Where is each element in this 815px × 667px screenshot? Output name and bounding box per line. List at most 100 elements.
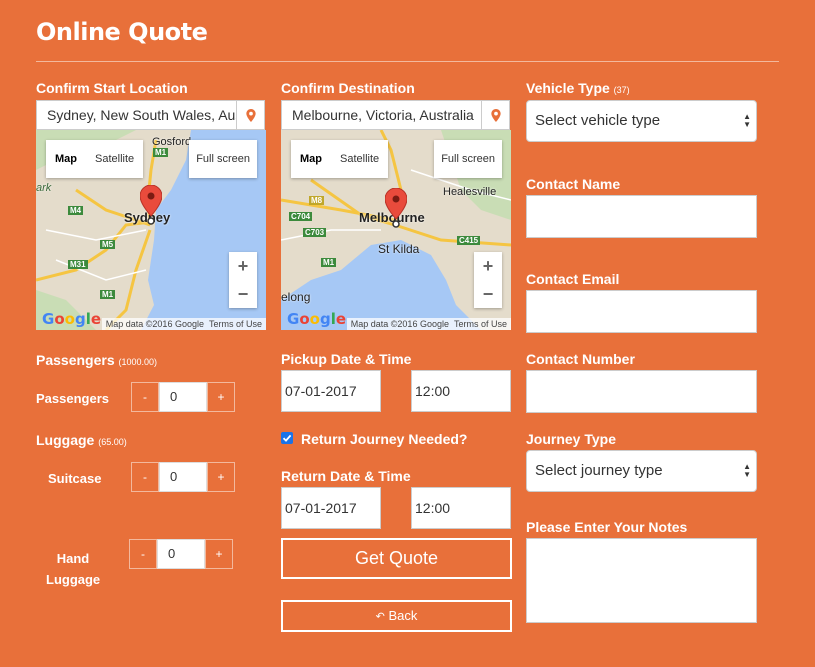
passengers-minus-button[interactable]: - [131,382,159,412]
contact-email-input[interactable] [526,290,757,333]
suitcase-input[interactable]: 0 [159,462,207,492]
start-location-locate-button[interactable] [236,100,265,130]
start-map-terms-link[interactable]: Terms of Use [209,319,262,329]
start-map-zoom-out-button[interactable]: − [229,280,257,308]
destination-map-zoom-in-button[interactable]: + [474,252,502,280]
start-map-tab-map[interactable]: Map [46,140,86,178]
destination-map-place-label: Healesville [443,186,497,198]
start-map-place-label: ark [36,182,52,194]
start-map-zoom-in-button[interactable]: + [229,252,257,280]
destination-map-place-label: elong [281,290,311,304]
return-journey-label[interactable]: Return Journey Needed? [301,431,467,447]
destination-input[interactable]: Melbourne, Victoria, Australia [281,100,482,130]
back-arrow-icon: ↶ [375,611,385,623]
hand-luggage-plus-button[interactable]: + [205,539,233,569]
select-arrows-icon: ▲ ▼ [743,112,751,129]
passengers-heading-text: Passengers [36,352,115,368]
page-title: Online Quote [36,18,208,46]
suitcase-plus-button[interactable]: + [207,462,235,492]
destination-map-road-label: C703 [303,228,327,237]
start-map-road-label: M5 [100,240,116,249]
destination-map-tab-satellite[interactable]: Satellite [331,140,388,178]
start-map-place-label: Gosford [152,136,192,148]
hand-luggage-stepper: - 0 + [129,539,233,569]
map-marker-icon [245,108,256,122]
back-button-label: Back [388,608,418,623]
back-button[interactable]: ↶ Back [281,600,512,632]
luggage-heading: Luggage (65.00) [36,432,127,448]
passengers-row-label: Passengers [36,391,109,406]
journey-type-label: Journey Type [526,431,616,447]
vehicle-type-select[interactable]: Select vehicle type ▲ ▼ [526,100,757,142]
passengers-price: (1000.00) [118,357,158,367]
return-datetime-label: Return Date & Time [281,468,411,484]
suitcase-minus-button[interactable]: - [131,462,159,492]
destination-map-place-label: St Kilda [378,242,420,256]
start-map-zoom-controls: + − [229,252,257,308]
luggage-heading-text: Luggage [36,432,95,448]
hand-luggage-minus-button[interactable]: - [129,539,157,569]
select-arrows-icon: ▲ ▼ [743,462,751,479]
start-map-attribution-text: Map data ©2016 Google [105,319,204,329]
destination-map[interactable]: Melbourne Healesville St Kilda elong M8 … [281,130,511,330]
return-time-input[interactable]: 12:00 [411,487,511,529]
google-logo: Google [42,310,102,328]
start-map-road-label: M1 [100,290,116,299]
vehicle-type-count: (37) [613,85,630,95]
checkbox-checked-icon [282,434,292,442]
start-map-tab-satellite[interactable]: Satellite [86,140,143,178]
notes-label: Please Enter Your Notes [526,519,688,535]
vehicle-type-label-text: Vehicle Type [526,80,610,96]
vehicle-type-selected: Select vehicle type [535,112,661,129]
contact-name-label: Contact Name [526,176,621,192]
destination-label: Confirm Destination [281,80,415,96]
contact-email-label: Contact Email [526,271,620,287]
hand-luggage-label: Hand Luggage [46,548,100,590]
destination-map-zoom-controls: + − [474,252,502,308]
destination-map-road-label: M8 [309,196,325,205]
destination-map-road-label: M1 [321,258,337,267]
start-map-attribution: Map data ©2016 Google Terms of Use [101,318,266,330]
suitcase-stepper: - 0 + [131,462,235,492]
destination-map-zoom-out-button[interactable]: − [474,280,502,308]
destination-map-tab-map[interactable]: Map [291,140,331,178]
hand-luggage-label-line1: Hand [56,551,90,566]
contact-name-input[interactable] [526,195,757,238]
start-map-road-label: M1 [153,148,169,157]
map-marker-icon [490,108,501,122]
pickup-date-input[interactable]: 07-01-2017 [281,370,381,412]
destination-locate-button[interactable] [481,100,510,130]
google-logo: Google [287,310,347,328]
destination-map-road-label: C704 [289,212,313,221]
return-date-input[interactable]: 07-01-2017 [281,487,381,529]
hand-luggage-input[interactable]: 0 [157,539,205,569]
start-map-road-label: M4 [68,206,84,215]
return-journey-checkbox[interactable] [281,432,293,444]
journey-type-selected: Select journey type [535,462,663,479]
pickup-time-input[interactable]: 12:00 [411,370,511,412]
destination-map-fullscreen-button[interactable]: Full screen [434,140,502,178]
destination-map-road-label: C415 [457,236,481,245]
destination-map-type-tabs: Map Satellite [291,140,389,178]
start-map[interactable]: Sydney Gosford ark M4 M5 M31 M1 M1 Map S… [36,130,266,330]
passengers-plus-button[interactable]: + [207,382,235,412]
destination-map-attribution: Map data ©2016 Google Terms of Use [346,318,511,330]
hand-luggage-label-line2: Luggage [46,572,101,587]
contact-number-input[interactable] [526,370,757,413]
map-pin-icon[interactable] [385,188,407,228]
destination-map-terms-link[interactable]: Terms of Use [454,319,507,329]
passengers-stepper: - 0 + [131,382,235,412]
passengers-input[interactable]: 0 [159,382,207,412]
destination-map-attribution-text: Map data ©2016 Google [350,319,449,329]
start-map-type-tabs: Map Satellite [46,140,144,178]
notes-textarea[interactable] [526,538,757,623]
vehicle-type-label: Vehicle Type (37) [526,80,630,96]
journey-type-select[interactable]: Select journey type ▲ ▼ [526,450,757,492]
get-quote-button[interactable]: Get Quote [281,538,512,579]
start-map-fullscreen-button[interactable]: Full screen [189,140,257,178]
suitcase-label: Suitcase [48,471,102,486]
map-pin-icon[interactable] [140,185,162,225]
start-location-input[interactable]: Sydney, New South Wales, Australia [36,100,237,130]
pickup-label: Pickup Date & Time [281,351,412,367]
contact-number-label: Contact Number [526,351,635,367]
